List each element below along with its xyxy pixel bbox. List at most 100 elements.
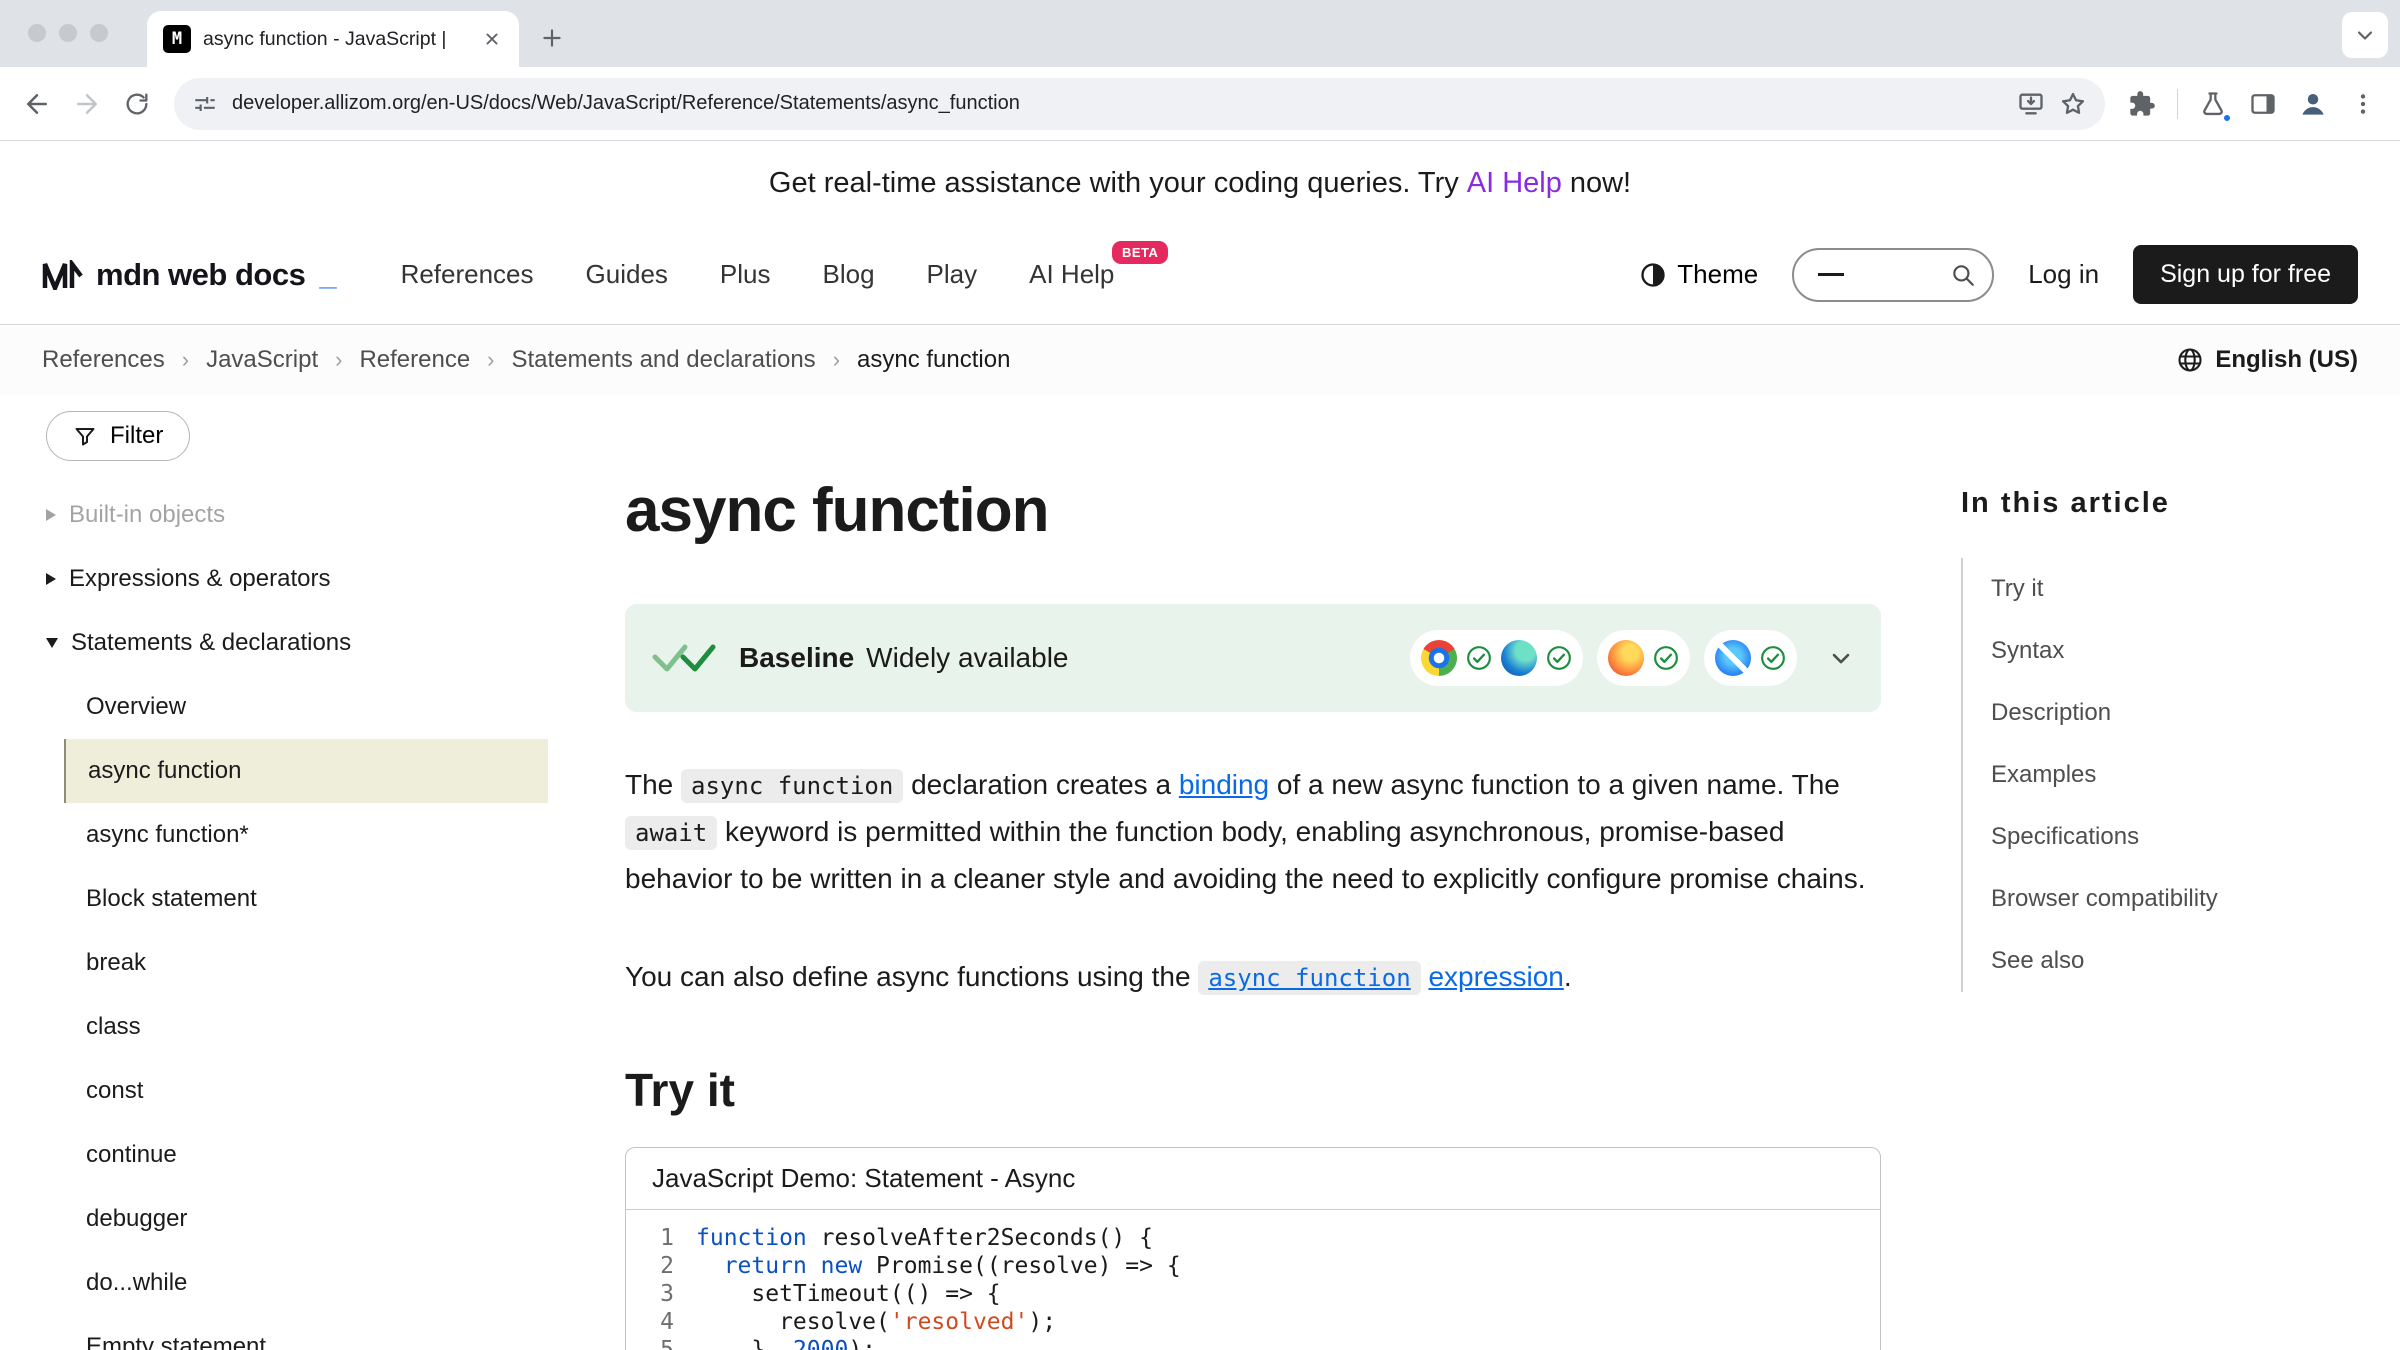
browser-tab[interactable]: M async function - JavaScript | [147,11,519,67]
code-line: 4 resolve('resolved'); [626,1308,1880,1336]
code-text: return new Promise((resolve) => { [696,1252,1181,1280]
toc-item-examples[interactable]: Examples [1963,744,2381,806]
sidebar-item-async-function[interactable]: async function* [46,803,596,867]
nav-item-ai-help[interactable]: AI HelpBETA [1029,259,1114,290]
sidebar-item-expressions-operators[interactable]: Expressions & operators [46,547,596,611]
nav-item-play[interactable]: Play [927,259,978,290]
experiments-button[interactable] [2190,81,2236,127]
back-button[interactable] [14,81,60,127]
sidebar-item-continue[interactable]: continue [46,1123,596,1187]
toc-item-see-also[interactable]: See also [1963,930,2381,992]
breadcrumb-item-references[interactable]: References [42,346,165,374]
sidebar-item-label: debugger [86,1205,187,1233]
login-link[interactable]: Log in [2028,259,2099,290]
breadcrumb-item-async-function[interactable]: async function [857,346,1010,374]
mdn-logo-underscore: _ [319,257,336,293]
window-minimize-button[interactable] [59,24,77,42]
paragraph-text: . [1564,961,1572,992]
article: async function Baseline Widely available [625,395,1881,1350]
toc-item-browser-compatibility[interactable]: Browser compatibility [1963,868,2381,930]
side-panel-icon [2249,90,2277,118]
new-tab-button[interactable] [531,17,573,59]
sidebar-item-label: class [86,1013,141,1041]
code-editor[interactable]: 1function resolveAfter2Seconds() {2 retu… [626,1210,1880,1350]
bookmark-star-icon[interactable] [2059,90,2087,118]
sidebar-item-label: Block statement [86,885,257,913]
paragraph-text: The [625,769,681,800]
inline-code-link[interactable]: async function [1198,961,1420,992]
header-actions: Theme Log in Sign up for free [1639,245,2358,304]
sidebar-item-overview[interactable]: Overview [46,675,596,739]
beta-badge: BETA [1112,241,1168,264]
inline-link[interactable]: expression [1428,961,1563,992]
breadcrumb-item-javascript[interactable]: JavaScript [206,346,318,374]
sidebar-item-empty-statement[interactable]: Empty statement [46,1315,596,1350]
breadcrumb-item-statements-and-declarations[interactable]: Statements and declarations [512,346,816,374]
window-zoom-button[interactable] [90,24,108,42]
tab-search-button[interactable] [2342,12,2388,58]
sidebar-item-do-while[interactable]: do...while [46,1251,596,1315]
breadcrumb-item-reference[interactable]: Reference [359,346,470,374]
extensions-button[interactable] [2119,81,2165,127]
site-settings-icon[interactable] [192,91,218,117]
chevron-down-icon [2353,23,2377,47]
baseline-banner: Baseline Widely available [625,604,1881,712]
sidebar-item-async-function[interactable]: async function [64,739,548,803]
toc-item-description[interactable]: Description [1963,682,2381,744]
theme-contrast-icon [1639,261,1667,289]
mdn-logo[interactable]: mdn web docs _ [42,257,337,293]
profile-button[interactable] [2290,81,2336,127]
code-line: 1function resolveAfter2Seconds() { [626,1224,1880,1252]
baseline-expand-chevron-icon[interactable] [1827,644,1855,672]
nav-item-blog[interactable]: Blog [823,259,875,290]
baseline-logo-icon [651,641,717,675]
breadcrumb-separator-icon: › [487,347,494,373]
sidebar-item-class[interactable]: class [46,995,596,1059]
language-selector[interactable]: English (US) [2176,346,2358,374]
token-pl [807,1253,821,1279]
sidebar-item-const[interactable]: const [46,1059,596,1123]
browser-menu-button[interactable] [2340,81,2386,127]
sidebar-item-block-statement[interactable]: Block statement [46,867,596,931]
chevron-expanded-icon [46,638,58,648]
tab-title: async function - JavaScript | [203,28,465,51]
breadcrumb: References›JavaScript›Reference›Statemen… [42,346,1010,374]
toc-item-try-it[interactable]: Try it [1963,558,2381,620]
side-panel-button[interactable] [2240,81,2286,127]
search-input[interactable] [1792,248,1994,302]
theme-toggle-button[interactable]: Theme [1639,259,1758,290]
line-number: 2 [626,1252,674,1280]
url-bar[interactable]: developer.allizom.org/en-US/docs/Web/Jav… [174,78,2105,130]
sidebar-item-break[interactable]: break [46,931,596,995]
forward-button[interactable] [64,81,110,127]
sidebar-item-statements-declarations[interactable]: Statements & declarations [46,611,596,675]
toc-item-specifications[interactable]: Specifications [1963,806,2381,868]
toc-item-syntax[interactable]: Syntax [1963,620,2381,682]
install-app-icon[interactable] [2017,90,2045,118]
code-text: resolve('resolved'); [696,1308,1056,1336]
nav-item-guides[interactable]: Guides [586,259,668,290]
sidebar-item-built-in-objects[interactable]: Built-in objects [46,483,596,547]
promo-ai-help-link[interactable]: AI Help [1467,167,1562,200]
mdn-logo-text: mdn web docs [96,257,305,293]
promo-text-prefix: Get real-time assistance with your codin… [769,167,1459,200]
code-text: setTimeout(() => { [696,1280,1001,1308]
inline-code: await [625,816,717,850]
inline-link[interactable]: binding [1179,769,1269,800]
search-cursor [1818,273,1844,276]
reload-button[interactable] [114,81,160,127]
token-pl: ); [1028,1309,1056,1335]
page-title: async function [625,475,1881,546]
language-label: English (US) [2215,346,2358,374]
intro-paragraph: The async function declaration creates a… [625,762,1881,902]
token-pl: }, [696,1337,793,1350]
signup-button[interactable]: Sign up for free [2133,245,2358,304]
sidebar-item-debugger[interactable]: debugger [46,1187,596,1251]
tab-close-icon[interactable] [477,24,507,54]
token-pl: resolveAfter2Seconds() { [807,1225,1153,1251]
sidebar-filter-button[interactable]: Filter [46,411,190,461]
window-close-button[interactable] [28,24,46,42]
nav-item-label: AI Help [1029,259,1114,289]
nav-item-plus[interactable]: Plus [720,259,771,290]
nav-item-references[interactable]: References [401,259,534,290]
